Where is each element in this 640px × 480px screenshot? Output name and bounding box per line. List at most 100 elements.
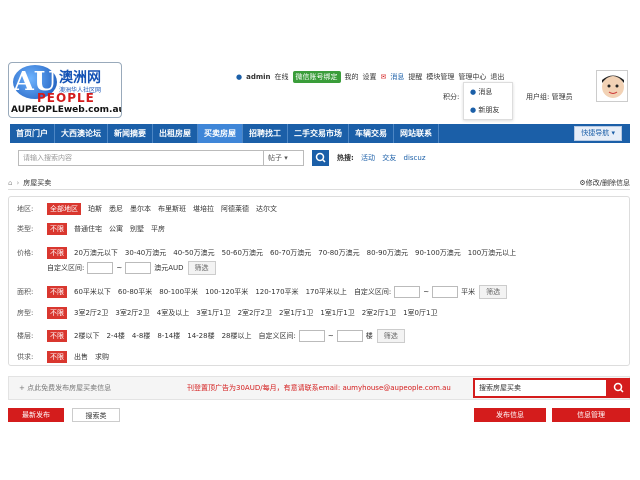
nav-item[interactable]: 二手交易市场 [288,124,349,143]
filter-option[interactable]: 70-80万澳元 [318,248,359,258]
nav-item[interactable]: 首页门户 [10,124,55,143]
filter-option[interactable]: 堪培拉 [193,204,214,214]
wechat-bind-button[interactable]: 微信账号绑定 [292,71,341,83]
filter-option[interactable]: 14-28楼 [187,331,214,341]
messages-link[interactable]: 消息 [390,72,404,82]
filter-option[interactable]: 4室及以上 [157,308,189,318]
filter-option[interactable]: 不限 [47,351,67,363]
edit-delete-link[interactable]: ⚙修改/删除信息 [579,178,630,188]
filter-option[interactable]: 不限 [47,286,67,298]
filter-option[interactable]: 20万澳元以下 [74,248,118,258]
nav-item[interactable]: 车辆交易 [349,124,394,143]
side-search-input[interactable]: 搜索房屋买卖 [473,378,608,398]
dropdown-messages[interactable]: ● 消息 [464,83,512,101]
username-link[interactable]: admin [246,73,270,81]
filter-option[interactable]: 80-100平米 [159,287,198,297]
filter-option[interactable]: 4-8楼 [132,331,150,341]
filter-option[interactable]: 公寓 [109,224,123,234]
filter-option[interactable]: 不限 [47,307,67,319]
nav-item[interactable]: 网站联系 [394,124,439,143]
filter-button[interactable]: 筛选 [479,285,508,299]
filter-button[interactable]: 筛选 [187,261,216,275]
nav-item[interactable]: 买卖房屋 [198,124,243,143]
post-free-link[interactable]: + 点此免费发布房屋买卖信息 [19,383,111,393]
filter-option[interactable]: 3室2厅2卫 [74,308,108,318]
filter-option[interactable]: 珀斯 [88,204,102,214]
filter-option[interactable]: 别墅 [130,224,144,234]
manage-button[interactable]: 信息管理 [552,408,630,422]
filter-option[interactable]: 60-80平米 [118,287,152,297]
filter-option[interactable]: 8-14楼 [157,331,180,341]
filter-option[interactable]: 出售 [74,352,88,362]
nav-item[interactable]: 招聘找工 [243,124,288,143]
filter-option[interactable]: 平房 [151,224,165,234]
filter-option[interactable]: 40-50万澳元 [173,248,214,258]
filter-tab[interactable]: 搜索类 [72,408,120,422]
filter-option[interactable]: 60平米以下 [74,287,111,297]
module-manage-link[interactable]: 模块管理 [426,72,454,82]
filter-option[interactable]: 3室2厅2卫 [115,308,149,318]
filter-option[interactable]: 120-170平米 [255,287,298,297]
filter-option[interactable]: 30-40万澳元 [125,248,166,258]
dropdown-new-friends[interactable]: ● 新朋友 [464,101,512,119]
avatar[interactable] [596,70,628,102]
hot-link[interactable]: discuz [404,154,426,162]
filter-option[interactable]: 2-4楼 [106,331,124,341]
filter-option[interactable]: 2室2厅2卫 [238,308,272,318]
range-max-input[interactable] [336,330,363,342]
nav-item[interactable]: 新闻摘要 [108,124,153,143]
home-icon[interactable]: ⌂ [8,179,12,187]
side-search-button[interactable] [608,378,630,398]
filter-option[interactable]: 达尔文 [256,204,277,214]
group-row: 用户组: 管理员 [526,90,577,104]
filter-option[interactable]: 悉尼 [109,204,123,214]
range-min-input[interactable] [87,262,114,274]
filter-option[interactable]: 不限 [47,223,67,235]
filter-option[interactable]: 2楼以下 [74,331,99,341]
search-scope-select[interactable]: 帖子 ▾ [264,150,304,166]
filter-option[interactable]: 2室1厅1卫 [279,308,313,318]
filter-option[interactable]: 28楼以上 [222,331,252,341]
publish-button[interactable]: 发布信息 [474,408,546,422]
filter-option[interactable]: 不限 [47,330,67,342]
filter-option[interactable]: 1室0厅1卫 [403,308,437,318]
filter-option[interactable]: 1室1厅1卫 [320,308,354,318]
filter-option[interactable]: 不限 [47,247,67,259]
admin-center-link[interactable]: 管理中心 [458,72,486,82]
settings-link[interactable]: 设置 [363,72,377,82]
range-min-input[interactable] [298,330,325,342]
search-button[interactable] [312,150,329,166]
site-logo[interactable]: AU 澳洲网 澳洲华人社区网 PEOPLE AUPEOPLEweb.com.au [8,62,122,118]
filter-option[interactable]: 普通住宅 [74,224,102,234]
filter-option[interactable]: 求购 [95,352,109,362]
range-max-input[interactable] [125,262,152,274]
quick-nav-button[interactable]: 快捷导航 ▾ [574,126,622,141]
filter-option[interactable]: 100万澳元以上 [468,248,516,258]
logout-link[interactable]: 退出 [490,72,504,82]
my-link[interactable]: 我的 [345,72,359,82]
hot-link[interactable]: 活动 [361,154,375,162]
nav-item[interactable]: 出租房屋 [153,124,198,143]
filter-option[interactable]: 50-60万澳元 [222,248,263,258]
filter-option[interactable]: 60-70万澳元 [270,248,311,258]
latest-tab[interactable]: 最新发布 [8,408,64,422]
filter-option[interactable]: 2室2厅1卫 [362,308,396,318]
filter-option[interactable]: 170平米以上 [306,287,347,297]
filter-option[interactable]: 100-120平米 [205,287,248,297]
filter-option[interactable]: 布里斯班 [158,204,186,214]
filter-option[interactable]: 墨尔本 [130,204,151,214]
range-min-input[interactable] [394,286,421,298]
search-input[interactable]: 请输入搜索内容 [18,150,264,166]
filter-button[interactable]: 筛选 [376,329,405,343]
filter-option[interactable]: 3室1厅1卫 [196,308,230,318]
breadcrumb-current[interactable]: 房屋买卖 [23,178,51,188]
filter-option[interactable]: 90-100万澳元 [415,248,461,258]
nav-item[interactable]: 大西澳论坛 [55,124,108,143]
filter-option[interactable]: 全部地区 [47,203,81,215]
filter-option[interactable]: 阿德莱德 [221,204,249,214]
hot-searches: 热搜: 活动 交友 discuz [337,154,426,162]
reminders-link[interactable]: 提醒 [408,72,422,82]
range-max-input[interactable] [432,286,459,298]
hot-link[interactable]: 交友 [382,154,396,162]
filter-option[interactable]: 80-90万澳元 [367,248,408,258]
